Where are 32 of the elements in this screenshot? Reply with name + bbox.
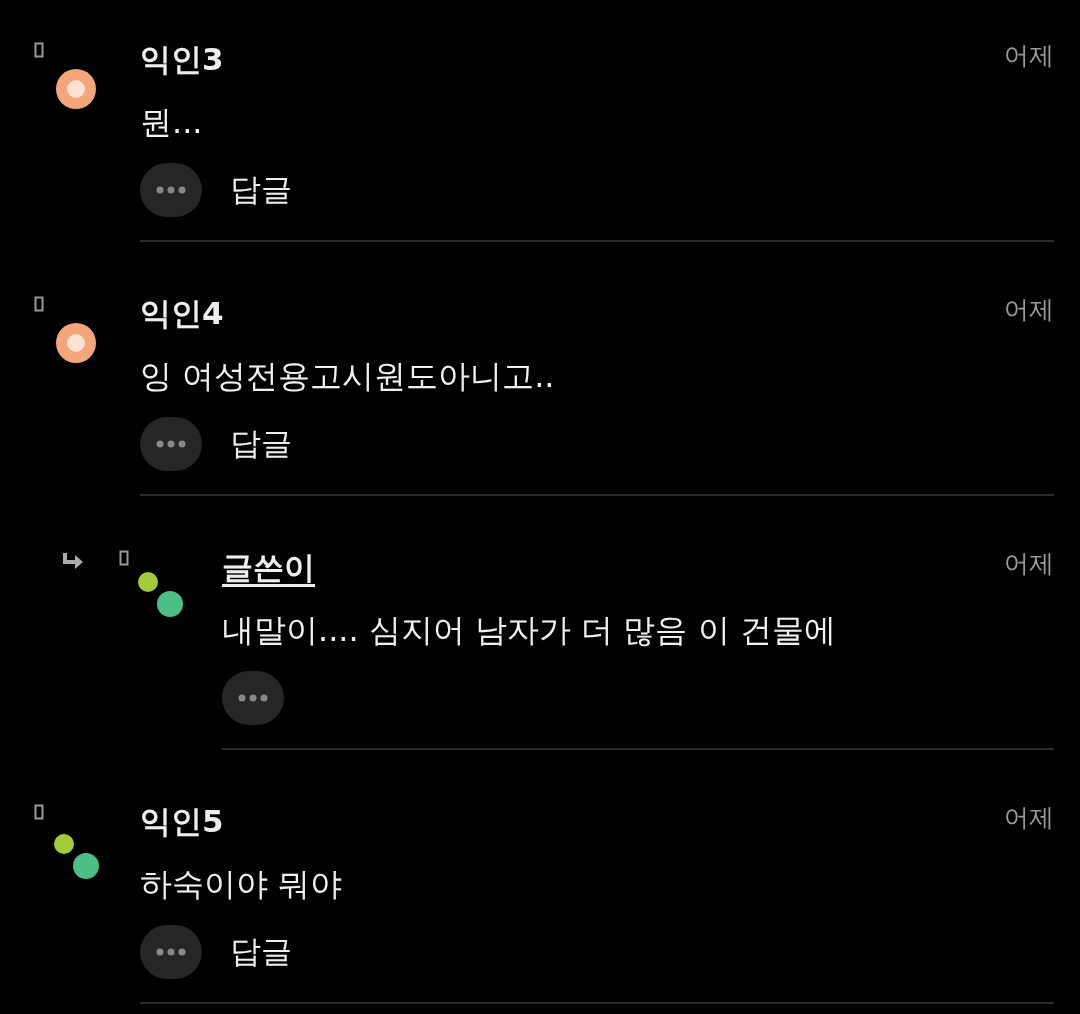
bookmark-icon bbox=[34, 804, 44, 820]
more-button[interactable] bbox=[140, 417, 202, 471]
author-name: 익인4 bbox=[140, 294, 224, 333]
comment-text: 내말이.... 심지어 남자가 더 많음 이 건물에 bbox=[222, 610, 837, 651]
author-name: 익인3 bbox=[140, 40, 224, 79]
comment-text: 하숙이야 뭐야 bbox=[140, 864, 344, 905]
more-icon bbox=[238, 694, 268, 702]
comment-text: 잉 여성전용고시원도아니고.. bbox=[140, 356, 556, 397]
more-button[interactable] bbox=[222, 671, 284, 725]
author-name: 익인5 bbox=[140, 802, 224, 841]
reply-button[interactable]: 답글 bbox=[230, 423, 292, 465]
more-icon bbox=[156, 948, 186, 956]
reply-arrow-icon bbox=[60, 552, 84, 572]
more-icon bbox=[156, 186, 186, 194]
comment-time: 어제 bbox=[1004, 548, 1054, 580]
comment-text: 뭔... bbox=[140, 102, 204, 143]
comment-time: 어제 bbox=[1004, 802, 1054, 834]
more-icon bbox=[156, 440, 186, 448]
avatar-icon bbox=[138, 572, 184, 618]
author-name[interactable]: 글쓴이 bbox=[222, 546, 315, 588]
bookmark-icon bbox=[34, 296, 44, 312]
comment-time: 어제 bbox=[1004, 294, 1054, 326]
reply-button[interactable]: 답글 bbox=[230, 169, 292, 211]
avatar-icon bbox=[54, 834, 100, 880]
bookmark-icon bbox=[119, 550, 129, 566]
more-button[interactable] bbox=[140, 163, 202, 217]
comment-time: 어제 bbox=[1004, 40, 1054, 72]
avatar-icon bbox=[55, 68, 97, 110]
avatar-icon bbox=[55, 322, 97, 364]
more-button[interactable] bbox=[140, 925, 202, 979]
reply-button[interactable]: 답글 bbox=[230, 931, 292, 973]
bookmark-icon bbox=[34, 42, 44, 58]
